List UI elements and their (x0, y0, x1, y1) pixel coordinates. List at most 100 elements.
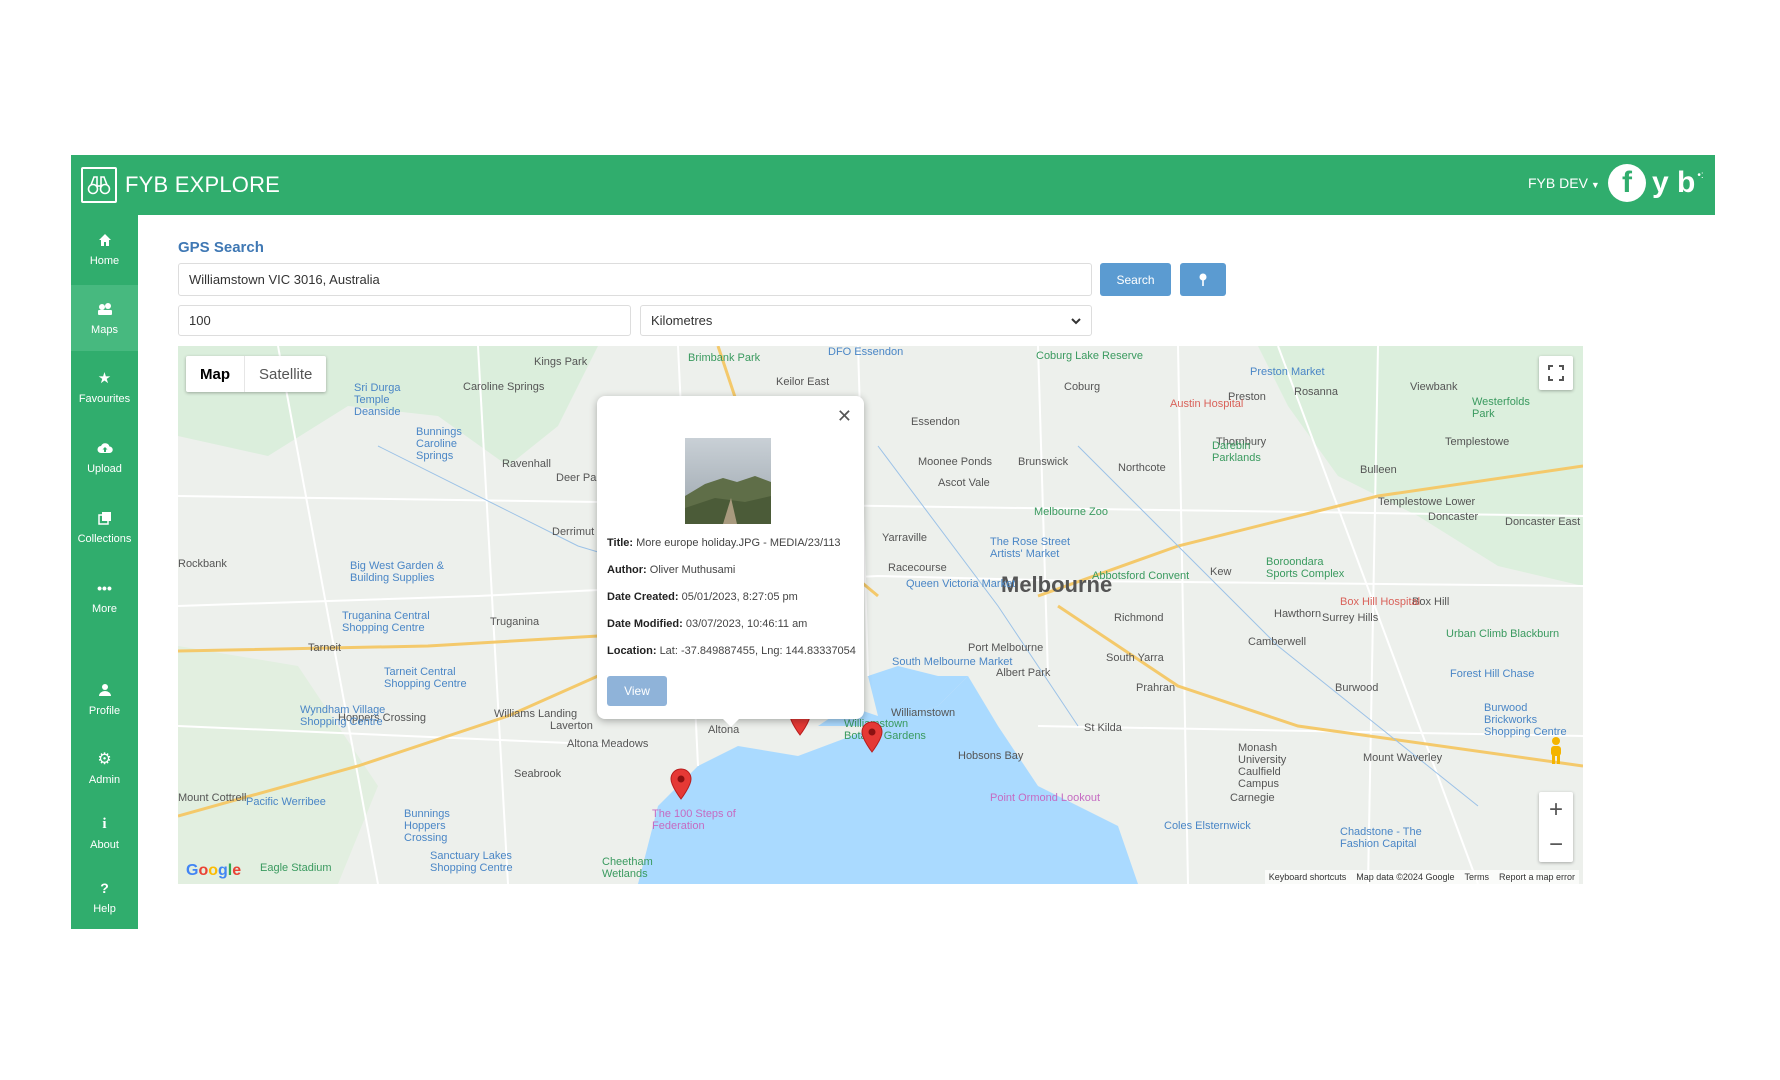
keyboard-shortcuts-link[interactable]: Keyboard shortcuts (1269, 872, 1347, 882)
pegman-icon (1551, 737, 1561, 764)
map-poi: Coles Elsternwick (1164, 820, 1251, 832)
map-type-satellite-button[interactable]: Satellite (244, 356, 326, 392)
current-location-button[interactable] (1180, 263, 1226, 296)
map-poi: Queen Victoria Market (906, 578, 1016, 590)
map-poi: Sanctuary Lakes Shopping Centre (430, 850, 513, 874)
map-poi: Coburg Lake Reserve (1036, 350, 1144, 362)
map-label: Caroline Springs (463, 381, 545, 393)
sidebar-item-home[interactable]: Home (71, 231, 138, 283)
sidebar-item-maps[interactable]: Maps (71, 285, 138, 351)
sidebar-item-label: More (91, 603, 118, 615)
map-label: Albert Park (996, 667, 1051, 679)
map-label: Essendon (911, 416, 960, 428)
sidebar-item-about[interactable]: i About (71, 815, 138, 867)
popup-author-value: Oliver Muthusami (649, 564, 736, 576)
map-label: Northcote (1118, 462, 1166, 474)
popup-created-row: Date Created: 05/01/2023, 8:27:05 pm (607, 591, 798, 603)
map-poi: Abbotsford Convent (1092, 570, 1190, 582)
fullscreen-icon (1548, 365, 1564, 381)
popup-title-value: More europe holiday.JPG - MEDIA/23/113 (636, 537, 841, 549)
map-poi: Brimbank Park (688, 352, 761, 364)
chevron-down-icon (1071, 318, 1081, 325)
terms-link[interactable]: Terms (1464, 872, 1489, 882)
sidebar-item-collections[interactable]: Collections (71, 509, 138, 561)
radius-input[interactable] (178, 305, 631, 336)
map-label: South Yarra (1106, 652, 1164, 664)
map-pin-icon (1199, 273, 1207, 286)
popup-author-row: Author: Oliver Muthusami (607, 564, 736, 576)
map-view[interactable]: Kings Park Keilor East Caroline Springs … (178, 346, 1583, 884)
unit-select[interactable]: Kilometres (640, 305, 1092, 336)
search-button[interactable]: Search (1100, 263, 1171, 296)
popup-modified-value: 03/07/2023, 10:46:11 am (685, 618, 808, 630)
ellipsis-icon: ••• (97, 580, 112, 596)
map-label: Yarraville (882, 532, 928, 544)
close-icon[interactable]: ✕ (837, 406, 852, 427)
report-error-link[interactable]: Report a map error (1499, 872, 1575, 882)
cloud-upload-icon (97, 439, 113, 457)
map-label: St Kilda (1084, 722, 1122, 734)
map-poi: Westerfolds Park (1472, 396, 1530, 420)
top-bar: FYB EXPLORE FYB DEV ▼ f y b •: (71, 155, 1715, 215)
map-label: Rosanna (1294, 386, 1339, 398)
popup-title-row: Title: More europe holiday.JPG - MEDIA/2… (607, 537, 841, 549)
sidebar-item-favourites[interactable]: ★ Favourites (71, 369, 138, 421)
map-label: Camberwell (1248, 636, 1307, 648)
page-title: GPS Search (178, 239, 264, 256)
sidebar-item-upload[interactable]: Upload (71, 439, 138, 491)
map-label: Coburg (1064, 381, 1101, 393)
marker-info-popup: ✕ Title: More europe holiday.JPG - MEDIA… (597, 396, 864, 727)
dots-icon: •: (1697, 170, 1704, 181)
popup-tail (722, 718, 740, 727)
map-label: Racecourse (888, 562, 947, 574)
map-label: Templestowe (1445, 436, 1510, 448)
map-poi: Point Ormond Lookout (990, 792, 1101, 804)
view-button[interactable]: View (607, 676, 667, 706)
binoculars-icon (81, 167, 117, 203)
map-data-attribution: Map data ©2024 Google (1356, 872, 1455, 882)
brand[interactable]: FYB EXPLORE (81, 165, 280, 205)
zoom-in-button[interactable]: + (1539, 792, 1573, 827)
map-label: Carnegie (1230, 792, 1275, 804)
map-poi: Urban Climb Blackburn (1446, 628, 1560, 640)
map-label: Ascot Vale (938, 477, 990, 489)
map-poi: Monash University Caulfield Campus (1238, 742, 1287, 790)
map-footer: Keyboard shortcuts Map data ©2024 Google… (1264, 870, 1579, 884)
user-menu-dropdown[interactable]: FYB DEV ▼ (1528, 175, 1600, 191)
sidebar-item-label: Upload (87, 463, 122, 475)
sidebar-item-profile[interactable]: Profile (71, 681, 138, 733)
sidebar-item-label: Admin (88, 774, 121, 786)
map-label: Surrey Hills (1322, 612, 1379, 624)
sidebar-item-label: Help (93, 903, 116, 915)
photo-thumbnail[interactable] (685, 438, 771, 524)
map-label: Richmond (1114, 612, 1164, 624)
map-label: Ravenhall (502, 458, 551, 470)
fullscreen-button[interactable] (1539, 356, 1573, 390)
sidebar-item-more[interactable]: ••• More (71, 579, 138, 631)
map-marker[interactable] (861, 721, 883, 753)
google-logo: Google (186, 862, 242, 879)
map-label: Templestowe Lower (1378, 496, 1476, 508)
map-pins-icon (97, 300, 113, 318)
sidebar-item-label: About (90, 839, 119, 851)
zoom-out-button[interactable]: − (1539, 827, 1573, 862)
popup-location-value: Lat: -37.849887455, Lng: 144.83337054 (659, 645, 856, 657)
map-poi: Bunnings Caroline Springs (416, 426, 462, 462)
question-icon: ? (100, 880, 109, 896)
map-poi: Melbourne Zoo (1034, 506, 1108, 518)
map-poi: Chadstone - The Fashion Capital (1340, 826, 1422, 850)
map-label: Hobsons Bay (958, 750, 1024, 762)
sidebar-item-admin[interactable]: ⚙ Admin (71, 750, 138, 802)
popup-created-value: 05/01/2023, 8:27:05 pm (681, 591, 798, 603)
map-label: Truganina (490, 616, 540, 628)
map-label: Kings Park (534, 356, 588, 368)
map-marker[interactable] (670, 768, 692, 800)
street-view-pegman[interactable] (1546, 736, 1566, 766)
map-label: Doncaster East (1505, 516, 1581, 528)
map-poi: Bunnings Hoppers Crossing (404, 808, 450, 844)
sidebar-item-help[interactable]: ? Help (71, 879, 138, 931)
map-type-map-button[interactable]: Map (186, 356, 244, 392)
map-poi: Forest Hill Chase (1450, 668, 1535, 680)
map-label: Viewbank (1410, 381, 1458, 393)
location-search-input[interactable] (178, 263, 1092, 296)
